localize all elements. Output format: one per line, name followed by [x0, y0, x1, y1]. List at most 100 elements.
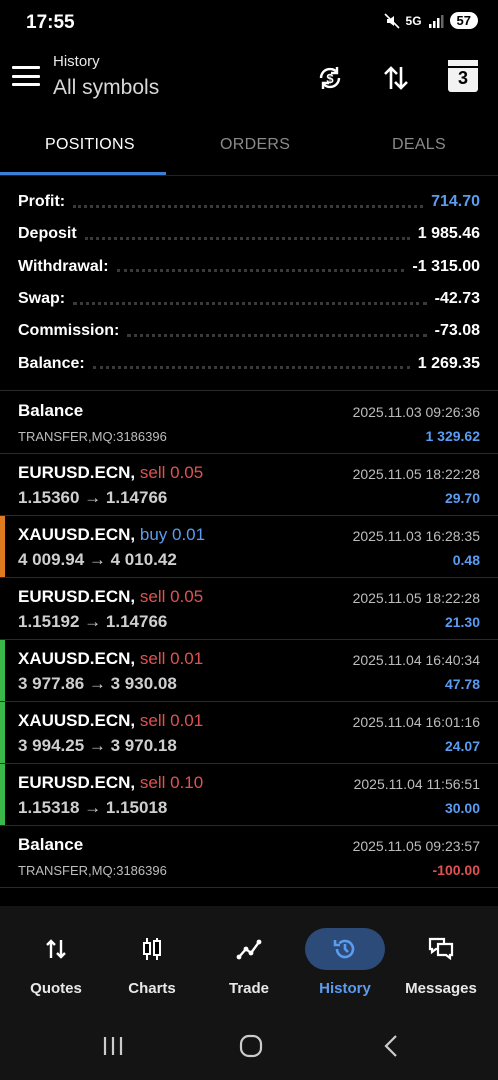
nav-label: Quotes	[30, 980, 82, 997]
deal-profit: 0.48	[452, 552, 480, 568]
deal-profit: 21.30	[444, 614, 480, 630]
summary-row-profit: Profit: 714.70	[0, 186, 498, 218]
back-icon[interactable]	[376, 1034, 406, 1058]
deal-prices: 3 994.25 → 3 970.18	[18, 736, 177, 755]
quotes-icon	[16, 928, 96, 970]
deal-side: sell 0.05	[139, 587, 204, 606]
deal-symbol: Balance	[18, 835, 83, 855]
deal-row[interactable]: XAUUSD.ECN, sell 0.01 3 977.86 → 3 930.08…	[0, 640, 498, 702]
deal-comment: TRANSFER,MQ:3186396	[18, 863, 167, 878]
deal-symbol-name: Balance	[18, 401, 84, 420]
deal-symbol-name: XAUUSD.ECN,	[18, 711, 136, 730]
summary-value: -1 315.00	[412, 257, 480, 275]
deal-row[interactable]: EURUSD.ECN, sell 0.05 1.15360 → 1.14766 20…	[0, 454, 498, 516]
summary-label: Deposit	[18, 225, 77, 243]
deal-row[interactable]: EURUSD.ECN, sell 0.05 1.15192 → 1.14766 20…	[0, 578, 498, 640]
nav-label: Charts	[128, 980, 176, 997]
deal-symbol-name: Balance	[18, 835, 84, 854]
deal-edge-marker	[0, 702, 5, 763]
summary-row-balance: Balance: 1 269.35	[0, 347, 498, 379]
deal-time: 2025.11.05 09:23:57	[352, 838, 480, 854]
deal-side: sell 0.01	[139, 649, 204, 668]
deal-profit: 30.00	[444, 800, 480, 816]
menu-icon[interactable]	[12, 64, 40, 88]
deal-edge-marker	[0, 764, 5, 825]
nav-messages[interactable]: Messages	[391, 928, 491, 997]
deal-side: sell 0.01	[139, 711, 204, 730]
deal-time: 2025.11.04 16:40:34	[352, 652, 480, 668]
deal-time: 2025.11.04 16:01:16	[352, 714, 480, 730]
summary-row-swap: Swap: -42.73	[0, 283, 498, 315]
deal-time: 2025.11.03 09:26:36	[352, 404, 480, 420]
deal-row[interactable]: XAUUSD.ECN, buy 0.01 4 009.94 → 4 010.42 2…	[0, 516, 498, 578]
5g-icon: 5G	[405, 13, 422, 28]
active-tab-indicator	[0, 172, 166, 175]
mute-icon	[383, 12, 400, 29]
summary-label: Withdrawal:	[18, 257, 109, 275]
deal-profit: 1 329.62	[425, 428, 481, 444]
deal-row[interactable]: XAUUSD.ECN, sell 0.01 3 994.25 → 3 970.18…	[0, 702, 498, 764]
deal-time: 2025.11.05 18:22:28	[352, 466, 480, 482]
deal-prices: 4 009.94 → 4 010.42	[18, 550, 177, 569]
calendar-icon[interactable]: 3	[448, 60, 478, 92]
summary-label: Profit:	[18, 193, 66, 211]
deal-prices: 1.15318 → 1.15018	[18, 798, 168, 817]
deal-edge-marker	[0, 640, 5, 701]
summary-value: -42.73	[434, 290, 480, 308]
deal-symbol: EURUSD.ECN, sell 0.10	[18, 773, 203, 793]
deal-symbol-name: XAUUSD.ECN,	[18, 525, 136, 544]
deal-time: 2025.11.03 16:28:35	[352, 528, 480, 544]
deal-row[interactable]: Balance TRANSFER,MQ:3186396 2025.11.03 09:…	[0, 392, 498, 454]
trade-icon	[209, 928, 289, 970]
deal-profit: 29.70	[444, 490, 480, 506]
summary-label: Swap:	[18, 290, 66, 308]
nav-quotes[interactable]: Quotes	[6, 928, 106, 997]
system-nav-bar	[0, 1010, 498, 1080]
signal-icon	[428, 13, 444, 29]
tab-orders[interactable]: ORDERS	[220, 136, 290, 154]
deal-side: sell 0.10	[139, 773, 204, 792]
nav-history[interactable]: History	[295, 928, 395, 997]
deal-row[interactable]: EURUSD.ECN, sell 0.10 1.15318 → 1.15018 20…	[0, 764, 498, 826]
recent-apps-icon[interactable]	[98, 1034, 128, 1058]
deal-symbol: EURUSD.ECN, sell 0.05	[18, 463, 203, 483]
deal-prices: 3 977.86 → 3 930.08	[18, 674, 177, 693]
tab-deals[interactable]: DEALS	[392, 136, 446, 154]
summary-value: 1 985.46	[417, 225, 480, 243]
messages-icon	[401, 928, 481, 970]
history-icon	[305, 928, 385, 970]
nav-charts[interactable]: Charts	[102, 928, 202, 997]
deal-profit: -100.00	[432, 862, 480, 878]
deal-list[interactable]: Balance TRANSFER,MQ:3186396 2025.11.03 09:…	[0, 392, 498, 906]
currency-sync-icon[interactable]: $	[310, 58, 350, 98]
nav-trade[interactable]: Trade	[199, 928, 299, 997]
deal-profit: 47.78	[444, 676, 480, 692]
deal-symbol: EURUSD.ECN, sell 0.05	[18, 587, 203, 607]
summary-label: Commission:	[18, 322, 120, 340]
summary-value: -73.08	[434, 322, 480, 340]
summary-row-withdrawal: Withdrawal: -1 315.00	[0, 251, 498, 283]
status-icons: 5G 57	[383, 12, 478, 29]
home-icon[interactable]	[236, 1034, 266, 1058]
deal-symbol-name: XAUUSD.ECN,	[18, 649, 136, 668]
status-bar: 17:55 5G 57	[0, 0, 498, 46]
summary-value: 714.70	[431, 193, 480, 211]
sort-icon[interactable]	[376, 58, 416, 98]
deal-side: sell 0.05	[139, 463, 204, 482]
deal-symbol-name: EURUSD.ECN,	[18, 463, 136, 482]
deal-comment: TRANSFER,MQ:3186396	[18, 429, 167, 444]
deal-symbol-name: EURUSD.ECN,	[18, 773, 136, 792]
deal-symbol: XAUUSD.ECN, sell 0.01	[18, 711, 203, 731]
nav-label: History	[319, 980, 371, 997]
status-time: 17:55	[26, 12, 75, 33]
tab-positions[interactable]: POSITIONS	[45, 136, 135, 154]
deal-time: 2025.11.04 11:56:51	[353, 776, 480, 792]
svg-text:$: $	[326, 71, 334, 86]
deal-row[interactable]: Balance TRANSFER,MQ:3186396 2025.11.05 09:…	[0, 826, 498, 888]
nav-label: Messages	[405, 980, 477, 997]
app-header: History All symbols $ 3	[0, 46, 498, 116]
symbol-selector[interactable]: All symbols	[53, 76, 159, 100]
deal-side: buy 0.01	[139, 525, 206, 544]
deal-prices: 1.15192 → 1.14766	[18, 612, 168, 631]
summary-panel: Profit: 714.70 Deposit 1 985.46 Withdraw…	[0, 186, 498, 380]
